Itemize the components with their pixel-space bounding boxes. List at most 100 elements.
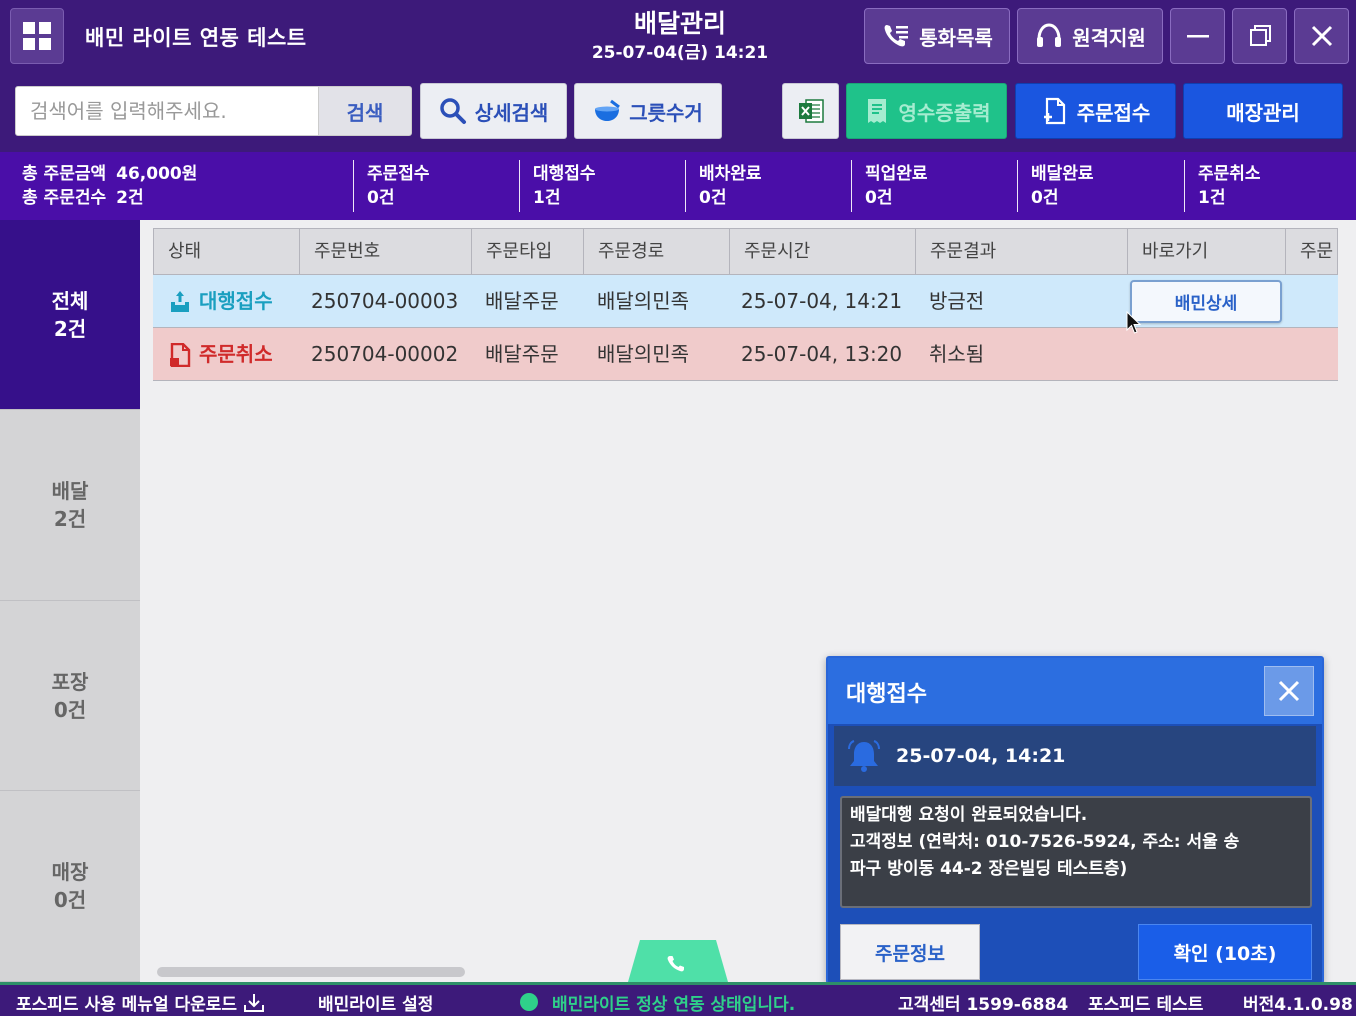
page-title-block: 배달관리 25-07-04(금) 14:21	[560, 8, 800, 66]
order-type-cell: 배달주문	[485, 289, 559, 313]
nav-item-all[interactable]: 전체 2건	[0, 220, 140, 410]
excel-button[interactable]	[782, 83, 839, 139]
minimize-button[interactable]	[1170, 8, 1225, 64]
nav-item-delivery[interactable]: 배달 2건	[0, 410, 140, 601]
col-header-type[interactable]: 주문타입	[472, 229, 584, 274]
close-icon	[1311, 25, 1332, 47]
current-datetime: 25-07-04(금) 14:21	[591, 43, 769, 63]
status-bar: 포스피드 사용 메뉴얼 다운로드 배민라이트 설정 배민라이트 정상 연동 상태…	[0, 982, 1356, 1016]
table-row[interactable]: 주문취소 250704-00002 배달주문 배달의민족 25-07-04, 1…	[153, 328, 1338, 381]
manual-download-label: 포스피드 사용 메뉴얼 다운로드	[16, 995, 238, 1015]
close-button[interactable]	[1294, 8, 1349, 64]
stat-label: 주문취소	[1198, 164, 1261, 184]
stat-value: 1건	[1198, 188, 1226, 208]
order-no-cell: 250704-00003	[311, 289, 459, 313]
page-title: 배달관리	[633, 9, 726, 38]
detail-search-label: 상세검색	[474, 100, 549, 125]
search-input[interactable]: 검색어를 입력해주세요.	[15, 86, 320, 136]
popup-header: 대행접수	[828, 658, 1322, 724]
popup-title: 대행접수	[846, 682, 927, 707]
total-summary: 총 주문금액 46,000원 총 주문건수 2건	[22, 162, 197, 210]
cancel-document-icon	[170, 342, 191, 367]
mouse-cursor-icon	[1126, 310, 1142, 339]
popup-close-button[interactable]	[1264, 666, 1314, 716]
baemin-detail-button[interactable]: 배민상세	[1130, 280, 1282, 323]
status-label: 주문취소	[199, 342, 273, 366]
nav-count: 0건	[53, 888, 87, 912]
col-header-route[interactable]: 주문경로	[584, 229, 730, 274]
order-receive-label: 주문접수	[1076, 100, 1151, 125]
total-amount-label: 총 주문금액	[22, 164, 107, 184]
manual-download-link[interactable]: 포스피드 사용 메뉴얼 다운로드	[16, 990, 265, 1015]
col-header-result[interactable]: 주문결과	[916, 229, 1128, 274]
col-header-order[interactable]: 주문	[1286, 229, 1337, 274]
order-no-cell: 250704-00002	[311, 342, 459, 366]
nav-label: 배달	[51, 479, 89, 503]
stat-delivery-done: 배달완료 0건	[1031, 162, 1094, 210]
search-icon	[439, 98, 466, 124]
app-menu-button[interactable]	[10, 8, 64, 64]
connection-status-text: 배민라이트 정상 연동 상태입니다.	[552, 995, 796, 1015]
nav-label: 전체	[51, 288, 89, 313]
stat-order-cancel: 주문취소 1건	[1198, 162, 1261, 210]
grid-icon	[23, 22, 51, 50]
headset-icon	[1037, 23, 1062, 47]
order-info-button[interactable]: 주문정보	[840, 924, 980, 980]
stat-order-received: 주문접수 0건	[367, 162, 430, 210]
total-count-label: 총 주문건수	[22, 188, 107, 208]
table-row[interactable]: 대행접수 250704-00003 배달주문 배달의민족 25-07-04, 1…	[153, 275, 1338, 328]
remote-support-label: 원격지원	[1072, 25, 1146, 50]
divider	[1017, 160, 1018, 212]
support-center: 고객센터 1599-6884	[898, 995, 1069, 1015]
phone-tab-button[interactable]	[628, 940, 728, 982]
confirm-button[interactable]: 확인 (10초)	[1138, 924, 1312, 980]
group-collect-button[interactable]: 그릇수거	[574, 83, 722, 139]
stat-value: 0건	[865, 188, 893, 208]
nav-item-takeout[interactable]: 포장 0건	[0, 601, 140, 791]
store-manage-button[interactable]: 매장관리	[1183, 83, 1343, 139]
order-receive-button[interactable]: 주문접수	[1015, 83, 1176, 139]
col-header-shortcut[interactable]: 바로가기	[1128, 229, 1286, 274]
divider	[1184, 160, 1185, 212]
detail-search-button[interactable]: 상세검색	[420, 83, 567, 139]
bell-icon	[848, 740, 880, 772]
stat-pickup-done: 픽업완료 0건	[865, 162, 928, 210]
call-log-label: 통화목록	[919, 25, 993, 50]
divider	[685, 160, 686, 212]
minimize-icon	[1186, 35, 1209, 38]
stat-value: 1건	[533, 188, 561, 208]
order-route-cell: 배달의민족	[597, 289, 689, 313]
stat-label: 배달완료	[1031, 164, 1094, 184]
stat-value: 0건	[367, 188, 395, 208]
excel-icon	[798, 99, 824, 123]
order-result-cell: 방금전	[929, 289, 985, 313]
stat-label: 배차완료	[699, 164, 762, 184]
divider	[353, 160, 354, 212]
popup-message-line: 파구 방이동 44-2 장은빌딩 테스트층)	[850, 859, 1128, 879]
col-header-order-no[interactable]: 주문번호	[300, 229, 472, 274]
horizontal-scrollbar[interactable]	[157, 967, 465, 977]
stat-value: 0건	[1031, 188, 1059, 208]
connection-status-icon	[520, 993, 538, 1011]
table-header: 상태 주문번호 주문타입 주문경로 주문시간 주문결과 바로가기 주문	[153, 228, 1338, 275]
close-icon	[1278, 680, 1300, 702]
receipt-icon	[867, 99, 886, 123]
title-bar: 배민 라이트 연동 테스트 배달관리 25-07-04(금) 14:21 통화목…	[0, 0, 1356, 74]
call-log-button[interactable]: 통화목록	[864, 8, 1010, 64]
baemin-lite-settings-link[interactable]: 배민라이트 설정	[318, 990, 433, 1015]
nav-item-store[interactable]: 매장 0건	[0, 791, 140, 982]
col-header-status[interactable]: 상태	[154, 229, 300, 274]
maximize-button[interactable]	[1232, 8, 1287, 64]
search-button[interactable]: 검색	[318, 86, 412, 136]
delivery-agency-icon	[171, 290, 189, 312]
popup-time-row: 25-07-04, 14:21	[834, 726, 1316, 786]
popup-message-line: 고객정보 (연락처: 010-7526-5924, 주소: 서울 송	[850, 832, 1240, 852]
nav-count: 2건	[53, 316, 87, 341]
col-header-time[interactable]: 주문시간	[730, 229, 916, 274]
status-cell: 주문취소	[155, 328, 273, 381]
receipt-print-button[interactable]: 영수증출력	[846, 83, 1007, 139]
stat-dispatch-done: 배차완료 0건	[699, 162, 762, 210]
restore-icon	[1249, 25, 1271, 46]
document-add-icon	[1043, 97, 1065, 125]
remote-support-button[interactable]: 원격지원	[1017, 8, 1163, 64]
